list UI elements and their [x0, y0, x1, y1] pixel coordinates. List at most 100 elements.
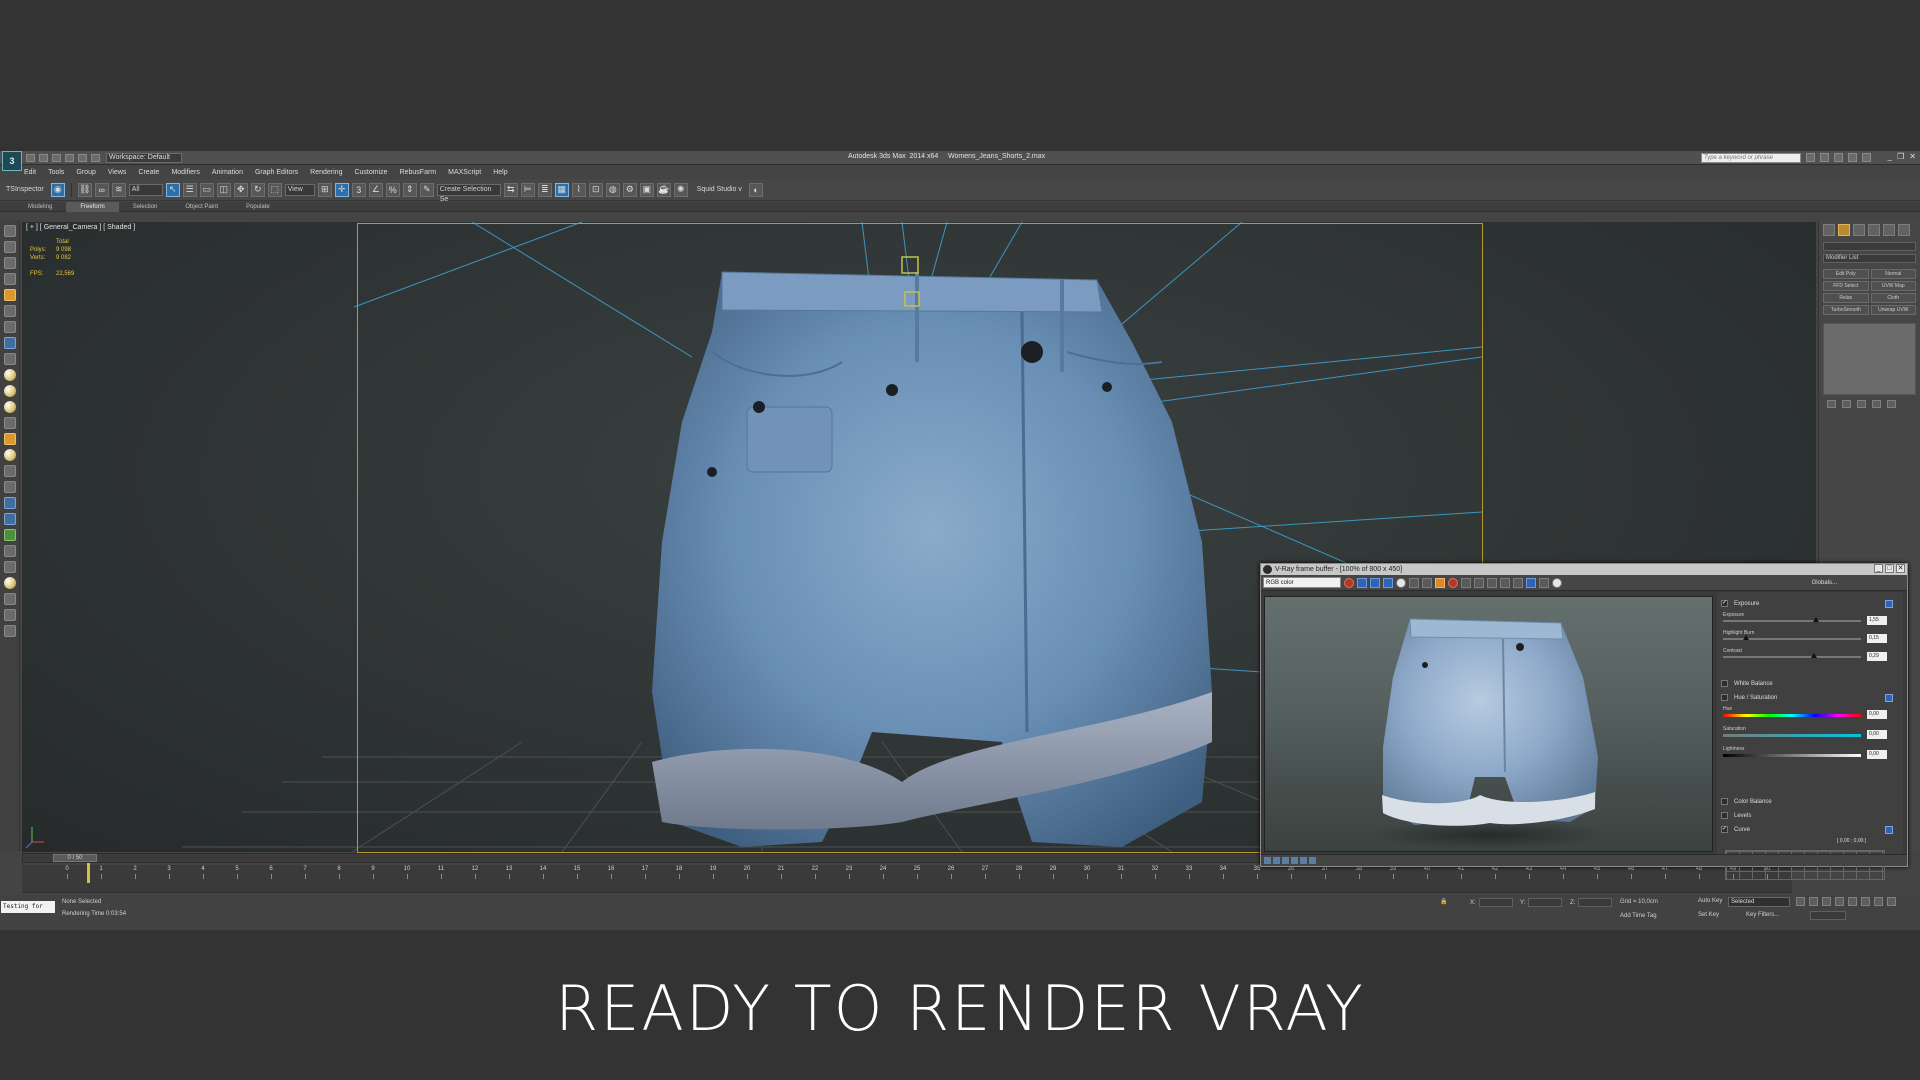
- modifier-button-unwrap-uvw[interactable]: Unwrap UVW: [1870, 305, 1916, 315]
- hue-saturation-checkbox[interactable]: [1721, 694, 1728, 701]
- rectangular-selection-icon[interactable]: ▭: [199, 182, 214, 197]
- vfb-status-icon-5[interactable]: [1300, 857, 1307, 864]
- vfb-status-icon-4[interactable]: [1291, 857, 1298, 864]
- menu-group[interactable]: Group: [76, 169, 95, 176]
- helpers-icon[interactable]: [3, 321, 16, 333]
- open-file-icon[interactable]: [39, 153, 48, 162]
- select-object-icon[interactable]: ↖: [165, 182, 180, 197]
- load-image-icon[interactable]: [1422, 577, 1432, 588]
- display-srgb-icon[interactable]: [1552, 577, 1562, 588]
- set-key-button[interactable]: Set Key: [1698, 912, 1719, 918]
- window-crossing-icon[interactable]: ◫: [216, 182, 231, 197]
- menu-maxscript[interactable]: MAXScript: [448, 169, 481, 176]
- menu-modifiers[interactable]: Modifiers: [171, 169, 199, 176]
- hue-slider[interactable]: [1723, 714, 1861, 717]
- goto-start-icon[interactable]: [1796, 897, 1805, 906]
- bind-spacewarp-icon[interactable]: ≋: [111, 182, 126, 197]
- viewport-layout-icon[interactable]: [3, 609, 16, 621]
- layers-icon[interactable]: [3, 273, 16, 285]
- save-image-icon[interactable]: [1409, 577, 1419, 588]
- vfb-close-icon[interactable]: ✕: [1896, 564, 1905, 573]
- systems-icon[interactable]: [3, 353, 16, 365]
- configure-modifier-sets-icon[interactable]: [1887, 400, 1896, 408]
- saturation-slider[interactable]: [1723, 734, 1861, 737]
- grid-helper-icon[interactable]: [3, 465, 16, 477]
- character-icon[interactable]: [3, 545, 16, 557]
- lights-icon[interactable]: [3, 289, 16, 301]
- show-end-result-icon[interactable]: [1842, 400, 1851, 408]
- select-move-icon[interactable]: ✥: [233, 182, 248, 197]
- shapes-icon[interactable]: [3, 241, 16, 253]
- tape-icon[interactable]: [3, 481, 16, 493]
- plant-icon[interactable]: [3, 529, 16, 541]
- subscription-icon[interactable]: [1820, 153, 1829, 162]
- close-icon[interactable]: ✕: [1909, 152, 1916, 161]
- remove-modifier-icon[interactable]: [1872, 400, 1881, 408]
- menu-rebusfarm[interactable]: RebusFarm: [400, 169, 437, 176]
- vfb-status-icon-3[interactable]: [1282, 857, 1289, 864]
- track-bar[interactable]: 0 1 2 3 4 5 6 7 8 9 10 11 12 13 14 15 16 17 18 19 20 21 22 23 24…: [22, 863, 1792, 893]
- create-icon[interactable]: [3, 225, 16, 237]
- mirror-icon[interactable]: ⇆: [503, 182, 518, 197]
- white-balance-checkbox[interactable]: [1721, 680, 1728, 687]
- key-filters-button[interactable]: Key Filters...: [1746, 912, 1779, 918]
- layer-manager-icon[interactable]: ≣: [537, 182, 552, 197]
- cone-icon[interactable]: [3, 417, 16, 429]
- menu-animation[interactable]: Animation: [212, 169, 243, 176]
- menu-help[interactable]: Help: [493, 169, 507, 176]
- exposure-value[interactable]: 1,55: [1867, 616, 1887, 625]
- duplicate-icon[interactable]: [1461, 577, 1471, 588]
- ribbon-tab-freeform[interactable]: Freeform: [66, 201, 119, 212]
- modifier-button-cloth[interactable]: Cloth: [1870, 293, 1916, 303]
- edit-named-selection-icon[interactable]: ✎: [419, 182, 434, 197]
- make-unique-icon[interactable]: [1857, 400, 1866, 408]
- track-mouse-icon[interactable]: [1474, 577, 1484, 588]
- cameras-icon[interactable]: [3, 305, 16, 317]
- vfb-maximize-icon[interactable]: □: [1885, 564, 1894, 573]
- globe-icon[interactable]: [3, 513, 16, 525]
- render-setup-icon[interactable]: ⚙: [622, 182, 637, 197]
- vray-frame-buffer-window[interactable]: V-Ray frame buffer - [100% of 800 x 450]…: [1260, 563, 1908, 880]
- pin-stack-icon[interactable]: [1827, 400, 1836, 408]
- vfb-status-icon-2[interactable]: [1273, 857, 1280, 864]
- globals-button[interactable]: Globals...: [1812, 580, 1837, 586]
- material-editor-icon[interactable]: ◍: [605, 182, 620, 197]
- mono-icon[interactable]: [1396, 577, 1406, 588]
- curve-settings-icon[interactable]: [1885, 825, 1893, 834]
- hierarchy-tab-icon[interactable]: [1853, 224, 1865, 236]
- clear-image-icon[interactable]: [1435, 577, 1445, 588]
- reference-coord-select[interactable]: View: [284, 183, 315, 196]
- minimize-icon[interactable]: _: [1888, 152, 1892, 161]
- link-icon[interactable]: ⛓: [77, 182, 92, 197]
- exposure-settings-icon[interactable]: [1885, 599, 1893, 608]
- modifier-button-edit-poly[interactable]: Edit Poly: [1823, 269, 1869, 279]
- geosphere-icon[interactable]: [3, 385, 16, 397]
- lightness-slider[interactable]: [1723, 754, 1861, 757]
- question-icon[interactable]: [3, 625, 16, 637]
- stop-render-icon[interactable]: [1539, 577, 1549, 588]
- exposure-checkbox[interactable]: ✓: [1721, 600, 1728, 607]
- viewport-label[interactable]: [ + ] [ General_Camera ] [ Shaded ]: [26, 224, 135, 231]
- levels-checkbox[interactable]: [1721, 812, 1728, 819]
- maxscript-listener-input[interactable]: Testing for: [1, 901, 55, 913]
- restore-icon[interactable]: ❐: [1897, 152, 1904, 161]
- color-balance-checkbox[interactable]: [1721, 798, 1728, 805]
- play-icon[interactable]: [1822, 897, 1831, 906]
- key-selection-dropdown[interactable]: Selected: [1728, 897, 1790, 907]
- goto-end-icon[interactable]: [1848, 897, 1857, 906]
- modifier-button-relax[interactable]: Relax: [1823, 293, 1869, 303]
- sphere-icon[interactable]: [3, 369, 16, 381]
- ribbon-tab-selection[interactable]: Selection: [119, 202, 172, 212]
- menu-customize[interactable]: Customize: [354, 169, 387, 176]
- lock-selection-icon[interactable]: 🔒: [1440, 898, 1447, 905]
- highlight-burn-slider[interactable]: [1723, 635, 1861, 640]
- utilities-tab-icon[interactable]: [1898, 224, 1910, 236]
- omni-light-icon[interactable]: [3, 449, 16, 461]
- lightness-value[interactable]: 0,00: [1867, 750, 1887, 759]
- save-file-icon[interactable]: [52, 153, 61, 162]
- exposure-section[interactable]: ✓ Exposure: [1717, 598, 1893, 609]
- curve-section[interactable]: ✓ Curve: [1717, 824, 1893, 835]
- time-slider-thumb[interactable]: 0 / 50: [53, 854, 97, 862]
- menu-graph-editors[interactable]: Graph Editors: [255, 169, 298, 176]
- curve-editor-icon[interactable]: ⌇: [571, 182, 586, 197]
